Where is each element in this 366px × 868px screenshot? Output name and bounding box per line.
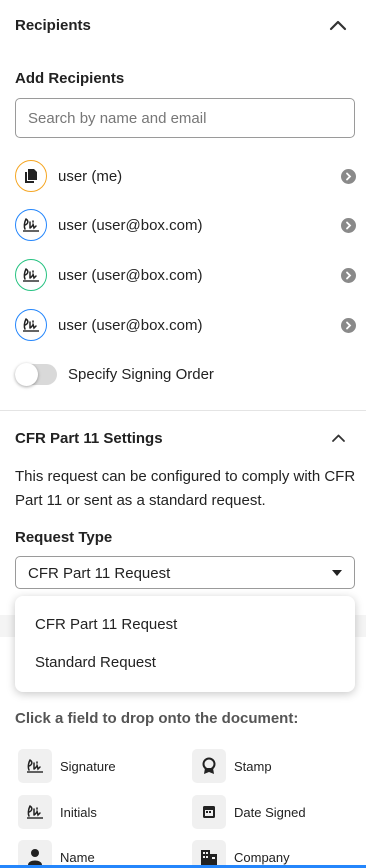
recipient-name: user (user@box.com) <box>58 267 203 284</box>
building-icon <box>192 840 226 868</box>
recipient-name: user (user@box.com) <box>58 317 203 334</box>
initials-icon <box>18 795 52 829</box>
request-type-label: Request Type <box>15 529 113 546</box>
signature-icon <box>23 218 39 232</box>
section-divider <box>0 410 366 411</box>
recipient-search-input[interactable] <box>15 98 355 138</box>
add-recipients-label: Add Recipients <box>15 70 125 87</box>
signature-icon <box>23 268 39 282</box>
recipient-row[interactable]: user (me) <box>15 160 356 194</box>
recipient-avatar <box>15 209 47 241</box>
calendar-icon <box>192 795 226 829</box>
recipient-row[interactable]: user (user@box.com) <box>15 209 356 243</box>
request-type-value: CFR Part 11 Request <box>28 565 171 582</box>
chevron-right-icon[interactable] <box>341 318 356 333</box>
recipient-name: user (user@box.com) <box>58 217 203 234</box>
field-label: Date Signed <box>234 805 306 820</box>
dropdown-option-standard[interactable]: Standard Request <box>35 654 335 678</box>
fields-hint: Click a field to drop onto the document: <box>15 710 299 727</box>
recipients-title: Recipients <box>15 17 91 34</box>
request-type-dropdown: CFR Part 11 Request Standard Request <box>15 596 355 692</box>
field-label: Initials <box>60 805 97 820</box>
copy-document-icon <box>25 169 37 183</box>
signing-order-toggle[interactable] <box>15 363 57 386</box>
chevron-up-icon[interactable] <box>329 19 347 31</box>
signing-order-label: Specify Signing Order <box>68 366 214 383</box>
field-label: Name <box>60 850 95 865</box>
person-icon <box>18 840 52 868</box>
toggle-knob <box>15 363 38 386</box>
chevron-up-icon[interactable] <box>331 433 346 443</box>
recipient-avatar <box>15 259 47 291</box>
chevron-right-icon[interactable] <box>341 169 356 184</box>
field-label: Signature <box>60 759 116 774</box>
recipient-avatar <box>15 309 47 341</box>
dropdown-option-cfr[interactable]: CFR Part 11 Request <box>35 616 335 640</box>
recipient-row[interactable]: user (user@box.com) <box>15 259 356 293</box>
recipient-row[interactable]: user (user@box.com) <box>15 309 356 343</box>
field-label: Stamp <box>234 759 272 774</box>
recipient-avatar <box>15 160 47 192</box>
cfr-description: This request can be configured to comply… <box>15 468 356 509</box>
signature-icon <box>18 749 52 783</box>
recipient-name: user (me) <box>58 168 123 185</box>
caret-down-icon <box>332 570 342 576</box>
signature-icon <box>23 318 39 332</box>
chevron-right-icon[interactable] <box>341 268 356 283</box>
chevron-right-icon[interactable] <box>341 218 356 233</box>
field-label: Company <box>234 850 290 865</box>
request-type-select[interactable]: CFR Part 11 Request <box>15 556 355 589</box>
stamp-icon <box>192 749 226 783</box>
cfr-settings-title: CFR Part 11 Settings <box>15 430 163 447</box>
